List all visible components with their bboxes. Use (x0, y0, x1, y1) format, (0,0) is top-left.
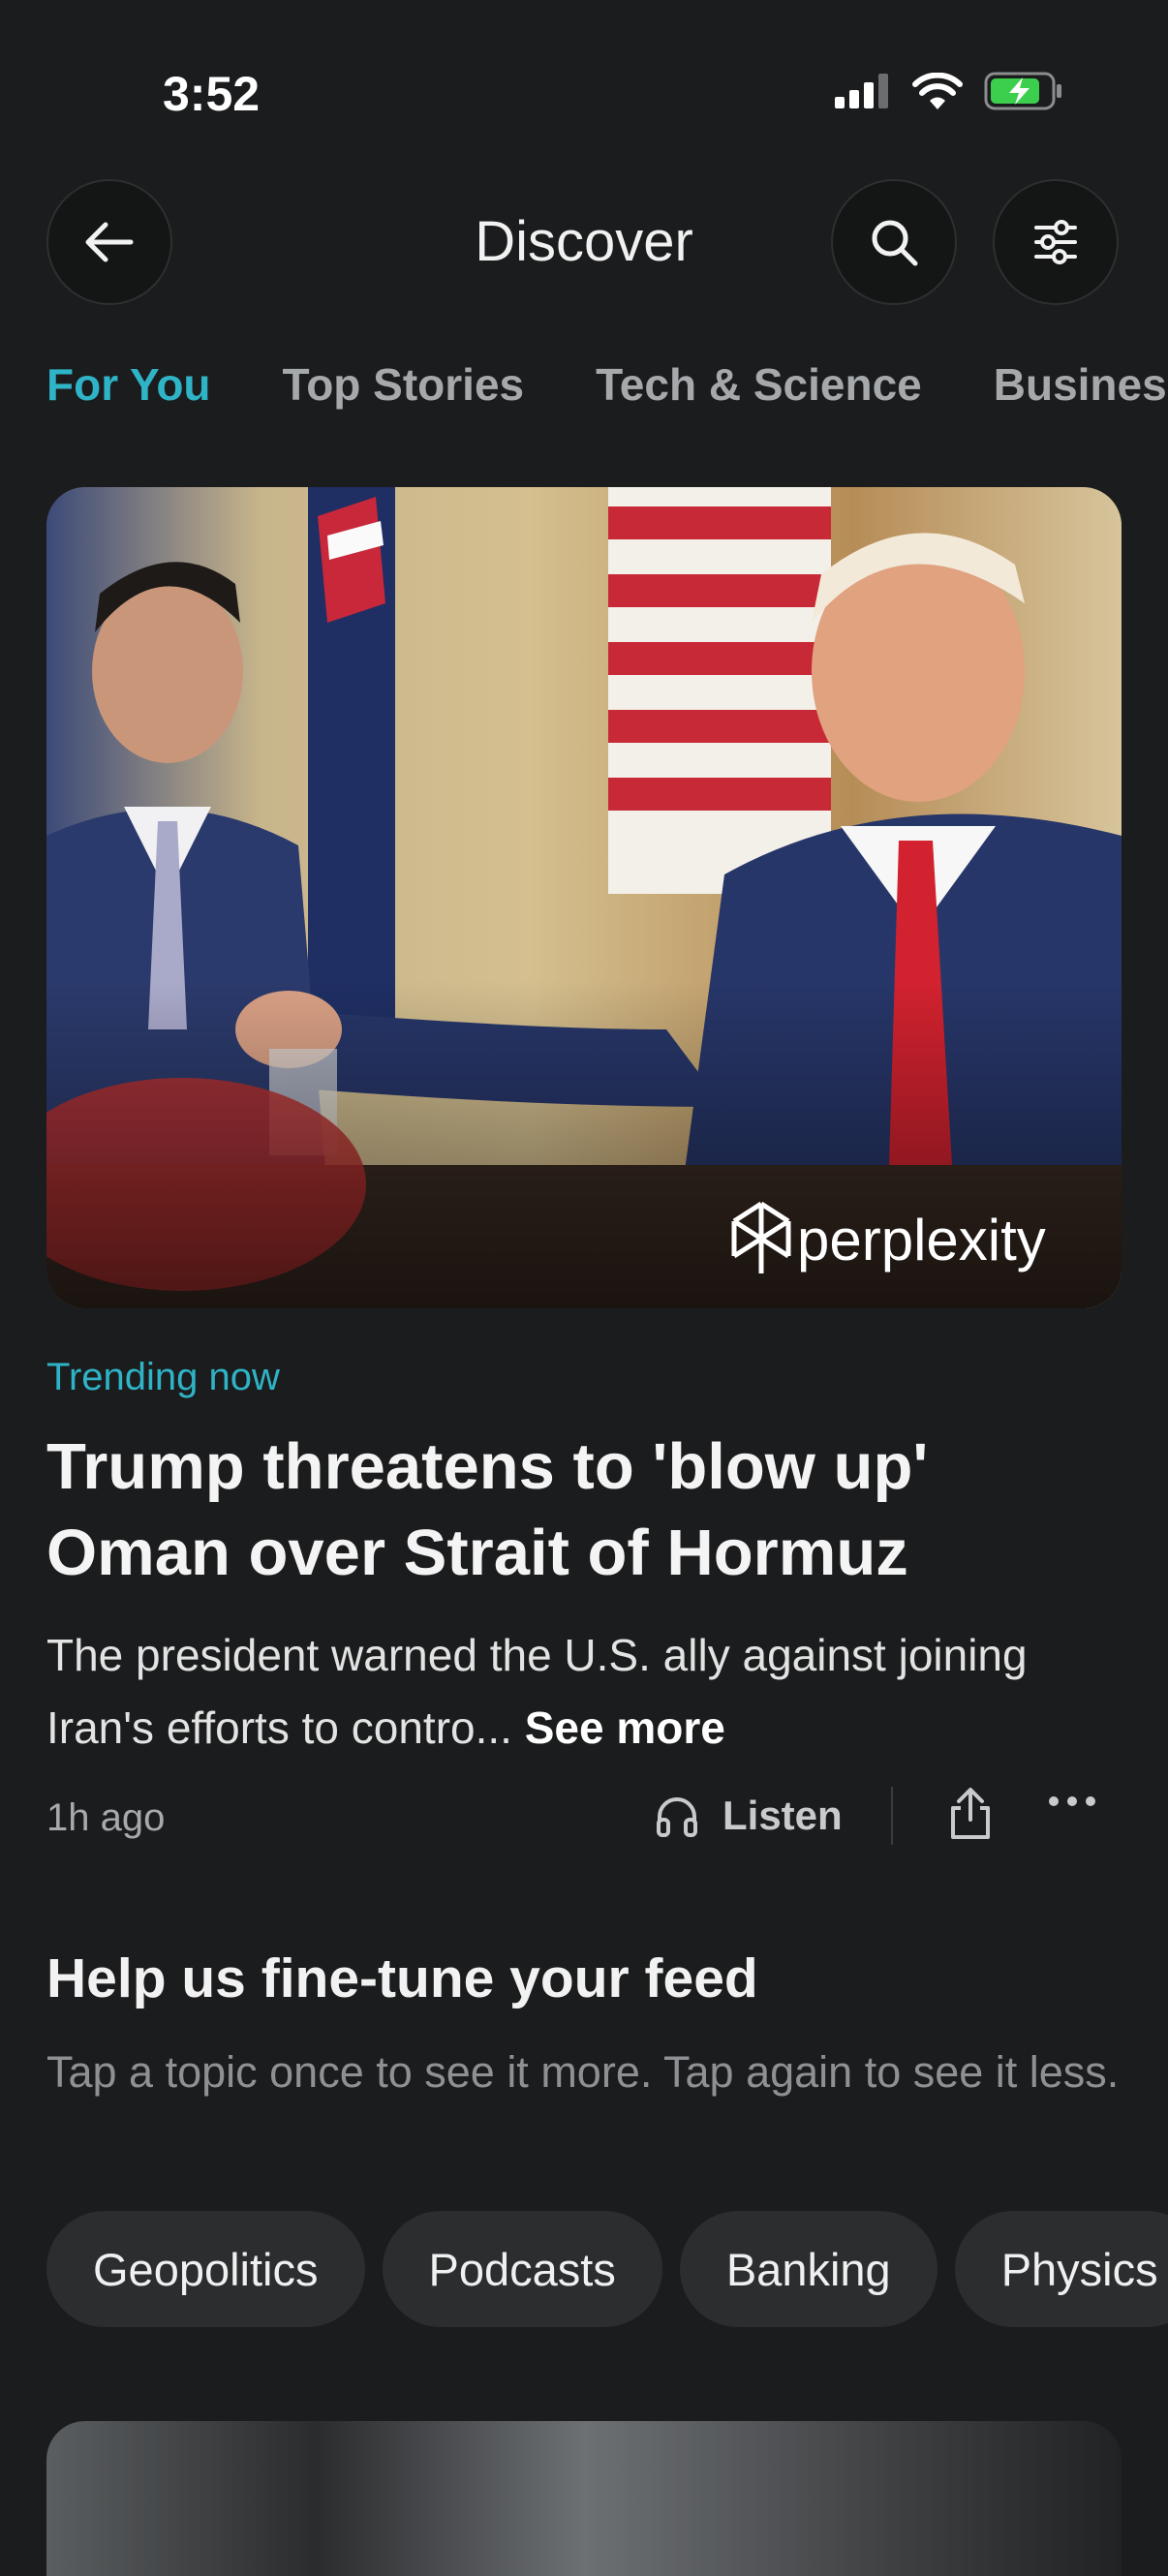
topic-chip-physics[interactable]: Physics (954, 2211, 1168, 2327)
more-icon (1049, 1796, 1095, 1806)
article-meta: 1h ago Listen (46, 1787, 1122, 1855)
topic-chip-podcasts[interactable]: Podcasts (382, 2211, 662, 2327)
share-icon (951, 1788, 990, 1839)
article-summary[interactable]: The president warned the U.S. ally again… (46, 1619, 1131, 1764)
header: Discover (0, 174, 1168, 310)
more-options-button[interactable] (1048, 1794, 1096, 1813)
image-watermark: perplexity (797, 1208, 1046, 1273)
tab-top-stories[interactable]: Top Stories (283, 358, 525, 426)
headphones-icon (657, 1797, 697, 1837)
share-button[interactable] (947, 1787, 994, 1846)
search-icon (872, 220, 918, 266)
listen-label: Listen (722, 1793, 843, 1838)
topic-chip-banking[interactable]: Banking (679, 2211, 937, 2327)
category-tabs: For You Top Stories Tech & Science Busin… (46, 358, 1168, 426)
time-ago: 1h ago (46, 1796, 166, 1839)
meta-divider (891, 1787, 893, 1845)
article-image[interactable]: perplexity (46, 487, 1122, 1308)
status-time: 3:52 (163, 67, 261, 121)
sliders-icon (1034, 220, 1077, 264)
next-article-image[interactable] (46, 2421, 1122, 2576)
topic-chips: Geopolitics Podcasts Banking Physics (46, 2211, 1168, 2327)
tab-business[interactable]: Business (994, 358, 1168, 426)
feed-tuning-title: Help us fine-tune your feed (46, 1947, 758, 2009)
tab-for-you[interactable]: For You (46, 358, 211, 426)
battery-icon (984, 72, 1061, 110)
status-bar: 3:52 (0, 0, 1168, 174)
wifi-icon (912, 73, 963, 109)
article-photo: perplexity (46, 487, 1122, 1308)
trending-tag: Trending now (46, 1356, 280, 1398)
signal-icon (835, 74, 888, 108)
feed-tuning-description: Tap a topic once to see it more. Tap aga… (46, 2047, 1120, 2097)
tab-tech-science[interactable]: Tech & Science (596, 358, 922, 426)
search-button[interactable] (831, 179, 957, 305)
filter-button[interactable] (993, 179, 1119, 305)
see-more-link[interactable]: See more (525, 1702, 725, 1753)
topic-chip-geopolitics[interactable]: Geopolitics (46, 2211, 365, 2327)
article-headline[interactable]: Trump threatens to 'blow up' Oman over S… (46, 1424, 1122, 1596)
listen-button[interactable]: Listen (655, 1793, 843, 1839)
status-icons (835, 72, 1063, 110)
